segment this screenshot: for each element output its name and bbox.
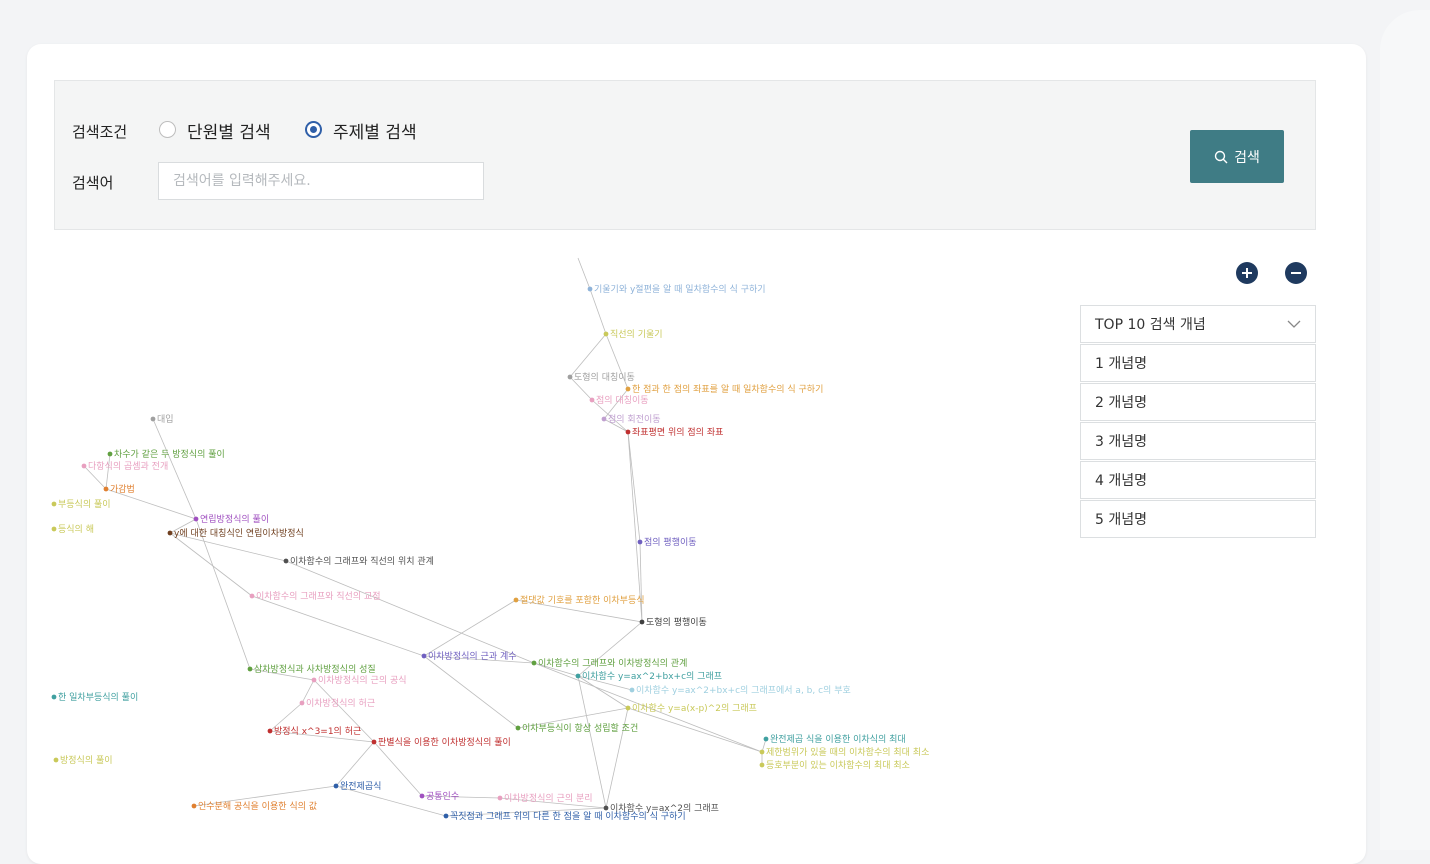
search-condition-label: 검색조건 <box>72 123 128 141</box>
search-button-label: 검색 <box>1234 149 1260 166</box>
top-concepts-dropdown[interactable]: TOP 10 검색 개념 <box>1080 305 1316 343</box>
zoom-out-button[interactable] <box>1285 262 1307 284</box>
top-concept-item[interactable]: 4 개념명 <box>1080 461 1316 499</box>
top-concepts-panel: TOP 10 검색 개념 1 개념명 2 개념명 3 개념명 4 개념명 5 개… <box>1080 305 1316 539</box>
radio-unit-search[interactable] <box>159 121 176 138</box>
radio-unit-search-label[interactable]: 단원별 검색 <box>187 118 271 143</box>
top-concept-item[interactable]: 5 개념명 <box>1080 500 1316 538</box>
chevron-down-icon <box>1287 320 1301 328</box>
top-concepts-title: TOP 10 검색 개념 <box>1095 317 1206 333</box>
search-panel <box>54 80 1316 230</box>
top-concept-item[interactable]: 2 개념명 <box>1080 383 1316 421</box>
search-input[interactable] <box>158 162 484 200</box>
top-concept-item[interactable]: 1 개념명 <box>1080 344 1316 382</box>
search-icon <box>1214 150 1228 163</box>
radio-topic-search[interactable] <box>305 121 322 138</box>
search-button[interactable]: 검색 <box>1190 130 1284 183</box>
page-background-edge <box>1380 10 1430 850</box>
zoom-in-button[interactable] <box>1236 262 1258 284</box>
keyword-label: 검색어 <box>72 174 114 192</box>
radio-topic-search-label[interactable]: 주제별 검색 <box>333 118 417 143</box>
top-concept-item[interactable]: 3 개념명 <box>1080 422 1316 460</box>
plus-circle-icon <box>1242 268 1252 278</box>
minus-circle-icon <box>1291 272 1301 274</box>
